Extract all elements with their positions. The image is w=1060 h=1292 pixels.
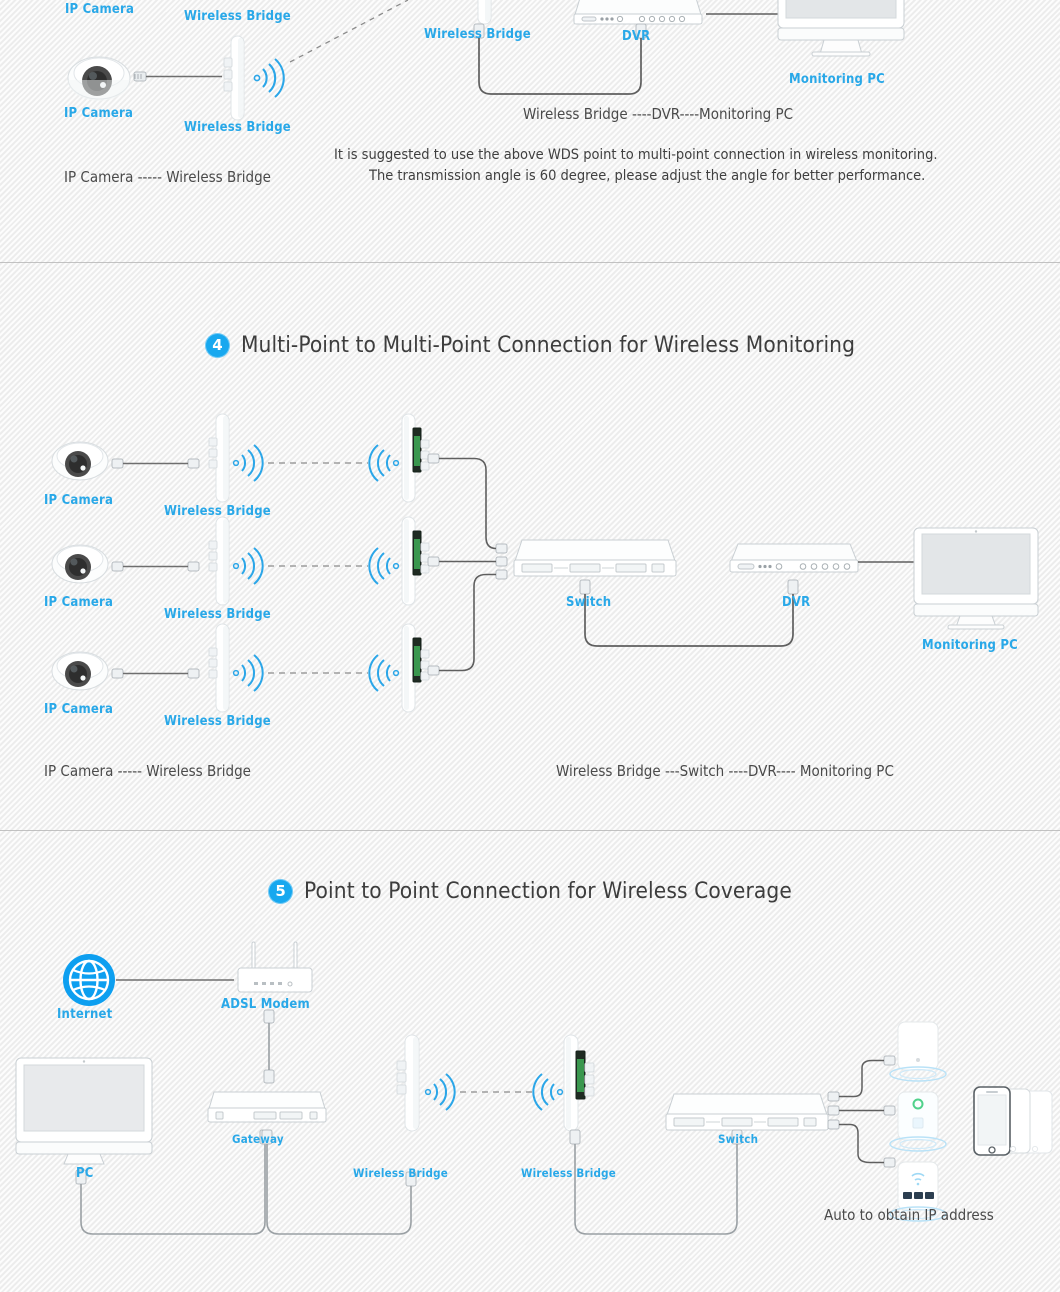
monitoring-pc-icon bbox=[777, 0, 905, 57]
dvr-icon bbox=[729, 543, 859, 573]
cable-dvr-pc bbox=[706, 13, 784, 15]
section5-title: Point to Point Connection for Wireless C… bbox=[304, 878, 792, 904]
section4-number-badge: 4 bbox=[204, 332, 230, 358]
pc-monitor-icon bbox=[15, 1057, 153, 1165]
cable-pc-gateway bbox=[75, 1129, 271, 1235]
label-wireless-bridge-right: Wireless Bridge bbox=[521, 1166, 616, 1180]
label-wireless-bridge-left: Wireless Bridge bbox=[353, 1166, 448, 1180]
label-monitoring-pc-top: Monitoring PC bbox=[789, 72, 885, 87]
adsl-modem-icon bbox=[237, 941, 313, 993]
caption-bridge-switch-dvr-pc: Wireless Bridge ---Switch ----DVR---- Mo… bbox=[556, 762, 894, 780]
label-dvr: DVR bbox=[782, 595, 811, 610]
section-wireless-coverage: 5 Point to Point Connection for Wireless… bbox=[0, 830, 1060, 1292]
note-line-2: The transmission angle is 60 degree, ple… bbox=[369, 168, 926, 184]
label-ip-camera-top-2: IP Camera bbox=[64, 106, 134, 121]
wifi-signal-icon bbox=[232, 444, 264, 482]
wifi-signal-icon bbox=[368, 654, 400, 692]
wireless-link-dashed bbox=[268, 672, 368, 674]
caption-auto-obtain-ip: Auto to obtain IP address bbox=[824, 1206, 994, 1224]
cable-camera-bridge bbox=[111, 561, 200, 572]
access-point-icon-1 bbox=[889, 1021, 947, 1082]
label-ip-camera-top: IP Camera bbox=[65, 2, 135, 17]
label-ip-camera-r3: IP Camera bbox=[44, 702, 114, 717]
cable-camera-bridge bbox=[133, 71, 222, 82]
cable-internet-modem bbox=[116, 979, 234, 981]
label-wireless-bridge-top-2: Wireless Bridge bbox=[184, 120, 291, 135]
monitoring-pc-icon bbox=[913, 527, 1039, 630]
label-wireless-bridge-remote: Wireless Bridge bbox=[424, 27, 531, 42]
wireless-bridge-icon-remote bbox=[477, 0, 492, 25]
wifi-signal-icon bbox=[253, 58, 285, 98]
label-wireless-bridge-r1: Wireless Bridge bbox=[164, 504, 271, 519]
gateway-icon bbox=[207, 1091, 327, 1123]
label-internet: Internet bbox=[57, 1007, 113, 1022]
section4-heading: 4 Multi-Point to Multi-Point Connection … bbox=[0, 332, 1060, 358]
wifi-signal-icon bbox=[368, 547, 400, 585]
section-multipoint: 4 Multi-Point to Multi-Point Connection … bbox=[0, 262, 1060, 830]
label-wireless-bridge-r3: Wireless Bridge bbox=[164, 714, 271, 729]
section-wds-continuation: IP Camera Wireless Bridge Wireless Bridg… bbox=[0, 0, 1060, 262]
switch-icon bbox=[513, 539, 677, 577]
smartphone-icons bbox=[973, 1086, 1053, 1156]
wifi-signal-icon bbox=[232, 654, 264, 692]
label-adsl-modem: ADSL Modem bbox=[221, 997, 310, 1012]
label-switch: Switch bbox=[566, 595, 612, 610]
ip-camera-icon bbox=[51, 441, 109, 481]
label-switch-s5: Switch bbox=[718, 1132, 759, 1146]
label-wireless-bridge-r2: Wireless Bridge bbox=[164, 607, 271, 622]
label-pc: PC bbox=[76, 1166, 94, 1181]
internet-globe-icon bbox=[63, 954, 115, 1006]
note-line-1: It is suggested to use the above WDS poi… bbox=[334, 147, 938, 163]
wifi-signal-icon bbox=[368, 444, 400, 482]
caption-bridge-dvr-pc-top: Wireless Bridge ----DVR----Monitoring PC bbox=[523, 105, 794, 123]
wifi-signal-icon bbox=[232, 547, 264, 585]
wireless-bridge-icon bbox=[223, 35, 245, 121]
section4-title: Multi-Point to Multi-Point Connection fo… bbox=[240, 332, 856, 358]
label-monitoring-pc: Monitoring PC bbox=[922, 638, 1018, 653]
ip-camera-icon bbox=[51, 651, 109, 691]
access-point-icon-2 bbox=[889, 1091, 947, 1152]
cable-camera-bridge bbox=[111, 668, 200, 679]
label-gateway: Gateway bbox=[232, 1132, 284, 1146]
cable-gateway-bridge bbox=[261, 1129, 417, 1235]
wireless-link-dashed bbox=[268, 565, 368, 567]
ip-camera-icon bbox=[67, 56, 131, 101]
label-dvr-top: DVR bbox=[622, 29, 651, 44]
ip-camera-icon bbox=[51, 544, 109, 584]
cable-bridge-switch bbox=[569, 1129, 743, 1235]
label-ip-camera-r2: IP Camera bbox=[44, 595, 114, 610]
wireless-link-dashed bbox=[460, 1091, 532, 1093]
wifi-signal-icon bbox=[424, 1073, 456, 1111]
wireless-link-dashed bbox=[289, 0, 409, 63]
cable-modem-gateway-v bbox=[263, 1009, 275, 1084]
caption-camera-bridge-top: IP Camera ----- Wireless Bridge bbox=[64, 168, 271, 186]
sidebar-item-label: IP Camera bbox=[44, 493, 114, 508]
section5-heading: 5 Point to Point Connection for Wireless… bbox=[0, 878, 1060, 904]
section5-number-badge: 5 bbox=[268, 878, 294, 904]
cable-camera-bridge bbox=[111, 458, 200, 469]
wireless-link-dashed bbox=[268, 462, 368, 464]
cable-switch-dvr bbox=[579, 579, 799, 647]
label-wireless-bridge-top: Wireless Bridge bbox=[184, 9, 291, 24]
wireless-bridge-icon-receiver bbox=[563, 1034, 595, 1132]
caption-camera-bridge: IP Camera ----- Wireless Bridge bbox=[44, 762, 251, 780]
